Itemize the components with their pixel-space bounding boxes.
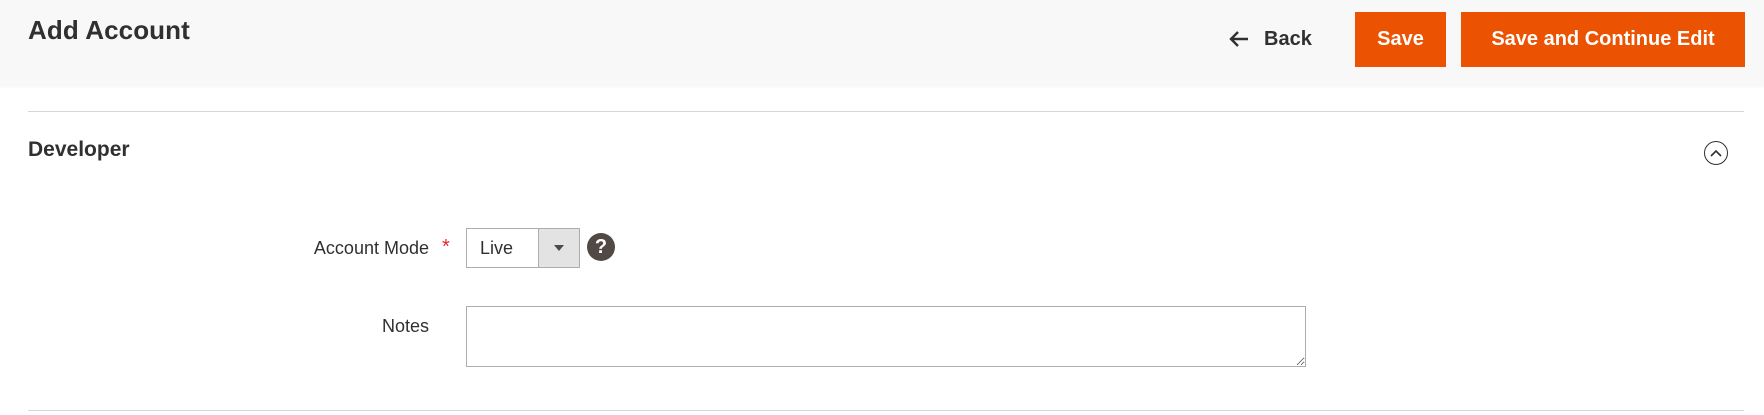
- save-and-continue-edit-button[interactable]: Save and Continue Edit: [1461, 12, 1745, 67]
- page-header: Add Account Back Save Save and Continue …: [0, 0, 1764, 86]
- save-button[interactable]: Save: [1355, 12, 1446, 67]
- notes-textarea[interactable]: [466, 306, 1306, 367]
- add-account-page: Add Account Back Save Save and Continue …: [0, 0, 1764, 415]
- account-mode-label: Account Mode: [313, 238, 429, 258]
- required-indicator: *: [442, 236, 450, 258]
- section-divider-bottom: [28, 410, 1744, 411]
- back-button[interactable]: Back: [1228, 22, 1312, 56]
- notes-label: Notes: [381, 316, 429, 336]
- back-button-label: Back: [1264, 27, 1312, 50]
- question-circle-icon[interactable]: ?: [587, 233, 615, 261]
- arrow-left-icon: [1228, 28, 1250, 50]
- account-mode-selected-value: Live: [480, 238, 514, 258]
- section-title-developer[interactable]: Developer: [28, 138, 130, 162]
- page-title: Add Account: [28, 15, 190, 45]
- section-divider-top: [28, 111, 1744, 112]
- chevron-up-circle-icon[interactable]: [1704, 141, 1728, 165]
- caret-down-icon[interactable]: [538, 229, 579, 267]
- account-mode-select[interactable]: Live: [466, 228, 580, 268]
